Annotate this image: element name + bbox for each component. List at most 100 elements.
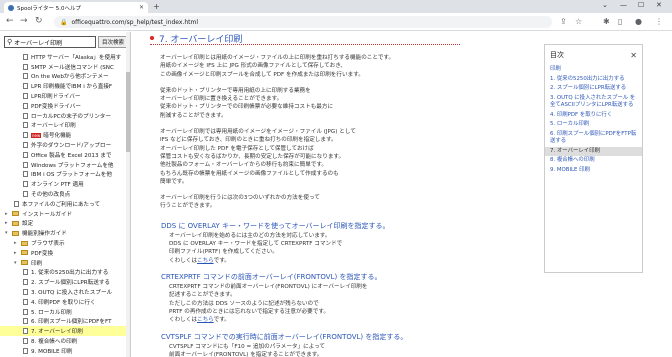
- toc-panel-item[interactable]: 7. オーバーレイ印刷: [545, 146, 642, 156]
- toc-tree: HTTP サーバー「Alaska」を使用す SMTP メール送信コマンド (SNC…: [0, 52, 129, 357]
- chevron-right-icon[interactable]: ▸: [5, 211, 12, 217]
- sidebar-tree-item[interactable]: PDF変換ドライバー: [0, 101, 129, 111]
- minimize-icon[interactable]: —: [620, 1, 627, 9]
- sidebar-tree-item[interactable]: その他の改良点: [0, 189, 129, 199]
- menu-kebab-icon[interactable]: ⋮: [655, 17, 663, 26]
- address-bar[interactable]: 🔒 officequattro.com/sp_help/test_index.h…: [54, 16, 552, 28]
- new-tab-icon[interactable]: +: [153, 2, 160, 11]
- paragraph-line: オーバーレイ印刷を行うには次の3つのいずれかの方法を使って: [160, 195, 320, 202]
- section-heading: DDS に OVERLAY キー・ワードを使ってオーバーレイ印刷を指定する。: [161, 221, 390, 230]
- sidebar-tree-item[interactable]: IBM i OS プラットフォームを他: [0, 170, 129, 180]
- sidebar-tree-item[interactable]: Office 製品を Excel 2013 まで: [0, 150, 129, 160]
- sidebar-tree-item[interactable]: LPR印刷ドライバー: [0, 91, 129, 101]
- sidebar-scroll-thumb[interactable]: [126, 72, 130, 152]
- document-icon: [23, 338, 28, 344]
- sidebar-tree-item[interactable]: ▸ PDF変換: [0, 248, 129, 258]
- toc-panel-item[interactable]: 印刷: [545, 65, 642, 75]
- address-toolbar: ← → ↻ 🔒 officequattro.com/sp_help/test_i…: [0, 13, 672, 31]
- article-paragraph: オーバーレイ印刷を行うには次の3つのいずれかの方法を使って 行うことができます。: [160, 194, 460, 211]
- toc-search-button[interactable]: 目次検索: [98, 36, 128, 48]
- sidebar-tree-item[interactable]: ローカルPCの末子のプリンター: [0, 111, 129, 121]
- document-icon: [23, 328, 28, 335]
- paragraph-line: 行うことができます。: [160, 203, 216, 210]
- sidebar-tree-item[interactable]: 外字のダウンロード/アップロー: [0, 140, 129, 150]
- forward-icon[interactable]: →: [20, 16, 28, 26]
- chevron-right-icon[interactable]: ▸: [14, 250, 21, 256]
- sidebar-tree-item[interactable]: 8. 複合帳への印刷: [0, 336, 129, 346]
- chevron-right-icon[interactable]: ▸: [14, 240, 21, 246]
- chevron-down-icon[interactable]: ⌄: [602, 1, 608, 9]
- toc-panel-item[interactable]: 8. 複合帳への印刷: [545, 156, 642, 166]
- document-icon: [23, 161, 28, 168]
- document-icon: [14, 200, 19, 207]
- section-line: PRTF の再作成のときには忘れないで指定する注意が必要です。: [169, 308, 329, 315]
- section-body: CRTEXPRTF コマンドの前面オーバーレイ(FRONTOVL) にオーバーレ…: [169, 283, 469, 324]
- title-bullet-icon: [150, 36, 154, 40]
- profile-icon[interactable]: ●: [635, 17, 642, 26]
- document-icon: [23, 298, 28, 305]
- sidebar-tree-item[interactable]: 2. スプール個別にLPR転送する: [0, 277, 129, 287]
- sidebar-tree-item[interactable]: 1. 従来の5250出力に出力する: [0, 268, 129, 278]
- sidebar-tree-item[interactable]: ▾ 機能別操作ガイド: [0, 228, 129, 238]
- sidebar-tree-item[interactable]: オーバーレイ印刷: [0, 121, 129, 131]
- maximize-icon[interactable]: ☐: [638, 1, 644, 9]
- chevron-down-icon[interactable]: ▾: [14, 260, 21, 266]
- section-body: オーバーレイ印刷を始めるには主のどの方法を対応しています。 DDS に OVERL…: [169, 232, 469, 265]
- sidebar-tree-item[interactable]: ▾ 印刷: [0, 258, 129, 268]
- detail-link[interactable]: こちら: [197, 317, 214, 323]
- sidebar-tree-item[interactable]: 5. ローカル印刷: [0, 307, 129, 317]
- sidebar-tree-item[interactable]: ▸ ブラウザ表示: [0, 238, 129, 248]
- sidebar-tree-item[interactable]: オンライン PTF 適用: [0, 179, 129, 189]
- side-panel-icon[interactable]: ▯: [618, 17, 622, 26]
- toc-panel-item[interactable]: 1. 従来の5250出力に出力する: [545, 75, 642, 85]
- sidebar-tree-item[interactable]: 6. 印刷スプール個別にPDFをFT: [0, 317, 129, 327]
- sidebar-tree-item-label: 3. OUTQ に投入されたスプール: [31, 290, 113, 297]
- sidebar-tree-item-label: Office 製品を Excel 2013 まで: [31, 152, 112, 159]
- sidebar-tree-item[interactable]: Windows プラットフォームを他: [0, 160, 129, 170]
- toc-panel-item[interactable]: 6. 印刷スプール個別にPDFをFTP転送する: [545, 130, 642, 147]
- toc-search-input[interactable]: ⚲ オーバーレイ印刷: [4, 36, 96, 48]
- detail-link-prefix: くわしくは: [169, 317, 197, 324]
- sidebar-tree-item[interactable]: SMTP メール送信コマンド (SNC: [0, 62, 129, 72]
- main-scrollbar[interactable]: [659, 32, 672, 357]
- sidebar-tree-item[interactable]: HTTP サーバー「Alaska」を使用す: [0, 52, 129, 62]
- tab-close-icon[interactable]: ✕: [139, 4, 144, 11]
- browser-tab[interactable]: Spoolライター 5.0ヘルプ ✕: [4, 2, 148, 13]
- sidebar-tree-item[interactable]: ▸ インストールガイド: [0, 209, 129, 219]
- window-close-icon[interactable]: ✕: [656, 1, 662, 9]
- sidebar-tree-item[interactable]: new 暗号化機能: [0, 130, 129, 140]
- detail-link[interactable]: こちら: [197, 258, 214, 264]
- sidebar-tree-item[interactable]: 本ファイルのご利用にあたって: [0, 199, 129, 209]
- new-badge: new: [31, 132, 42, 138]
- section-line: CVTSPLF コマンドにも「F10 = 追加のパラメータ」によって: [169, 343, 326, 350]
- sidebar-tree-item[interactable]: ▸ 設定: [0, 219, 129, 229]
- close-icon[interactable]: ✕: [630, 51, 637, 60]
- chevron-down-icon[interactable]: ▾: [5, 230, 12, 236]
- chevron-right-icon[interactable]: ▸: [5, 220, 12, 226]
- detail-link-suffix: です。: [213, 257, 230, 264]
- section-line: CRTEXPRTF コマンドの前面オーバーレイ(FRONTOVL) にオーバーレ…: [169, 284, 368, 290]
- extensions-icon[interactable]: ✱: [603, 17, 610, 26]
- document-icon: [23, 93, 28, 100]
- sidebar-tree-item[interactable]: LPR 印刷機能でIBM i から直接F: [0, 81, 129, 91]
- toc-panel-item[interactable]: 3. OUTQ に投入されたスプール を全てASCIIプリンタにLPR転送する: [545, 94, 642, 111]
- sidebar-tree-item[interactable]: 3. OUTQ に投入されたスプール: [0, 287, 129, 297]
- toc-panel-item[interactable]: 4. 印刷PDF を取りに行く: [545, 111, 642, 121]
- sidebar-tree-item-label: 9. MOBILE 印刷: [31, 348, 73, 355]
- sidebar-tree-item[interactable]: 4. 印刷PDF を取りに行く: [0, 297, 129, 307]
- toc-panel-item[interactable]: 9. MOBILE 印刷: [545, 166, 642, 176]
- sidebar-tree-item-label: ローカルPCの末子のプリンター: [31, 113, 111, 120]
- sidebar-tree-item[interactable]: 9. MOBILE 印刷: [0, 346, 129, 356]
- share-icon[interactable]: ⇪: [560, 17, 567, 26]
- sidebar-tree-item[interactable]: On the Webから他ポンテメー: [0, 72, 129, 82]
- bookmark-star-icon[interactable]: ☆: [575, 17, 582, 26]
- reload-icon[interactable]: ↻: [35, 16, 43, 26]
- sidebar-scrollbar[interactable]: [126, 32, 130, 357]
- toc-panel-item[interactable]: 2. スプール個別にLPR転送する: [545, 84, 642, 94]
- sidebar-tree-item-label: 設定: [22, 221, 34, 228]
- sidebar-tree-item[interactable]: 7. オーバーレイ印刷: [0, 326, 129, 337]
- toc-panel-item[interactable]: 5. ローカル印刷: [545, 120, 642, 130]
- sidebar-tree-item-label: その他の改良点: [31, 192, 71, 199]
- back-icon[interactable]: ←: [6, 16, 14, 26]
- sidebar-tree-item-label: 本ファイルのご利用にあたって: [22, 201, 101, 208]
